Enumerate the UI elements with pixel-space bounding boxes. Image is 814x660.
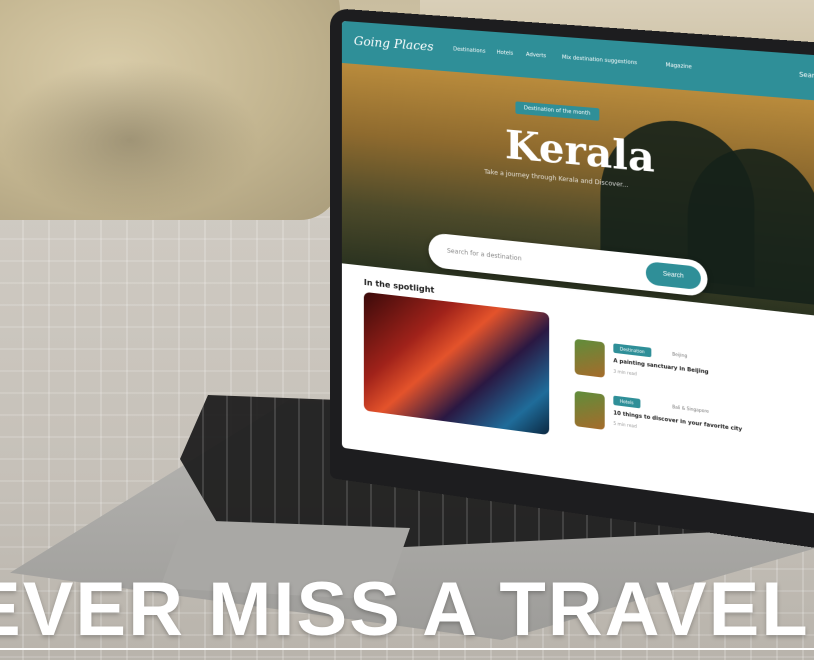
card-thumbnail bbox=[575, 339, 605, 378]
card-thumbnail bbox=[575, 391, 605, 430]
card-tag: Hotels bbox=[613, 396, 640, 409]
card-read-time: 3 min read bbox=[613, 368, 636, 376]
search-button[interactable]: Search bbox=[646, 261, 701, 290]
card-tag: Destination bbox=[613, 343, 651, 357]
nav-item[interactable]: Magazine bbox=[666, 62, 692, 70]
hero-badge: Destination of the month bbox=[515, 101, 599, 120]
nav-item[interactable]: Adverts bbox=[526, 52, 546, 60]
photo-scene: Going Places Destinations Hotels Adverts… bbox=[0, 0, 814, 660]
shadow bbox=[0, 60, 260, 220]
headline-banner: EVER MISS A TRAVEL TI bbox=[0, 560, 814, 650]
card-meta: Bali & Singapore bbox=[672, 404, 709, 414]
headline-text: EVER MISS A TRAVEL TI bbox=[0, 566, 814, 650]
search-input[interactable]: Search for a destination bbox=[447, 247, 522, 262]
spotlight-image[interactable] bbox=[364, 292, 549, 435]
card-headline[interactable]: 10 things to discover in your favorite c… bbox=[613, 410, 742, 433]
hero: Destination of the month Kerala Take a j… bbox=[342, 63, 814, 318]
nav-item[interactable]: Hotels bbox=[497, 50, 514, 57]
laptop-display: Going Places Destinations Hotels Adverts… bbox=[342, 21, 814, 517]
nav-item[interactable]: Destinations bbox=[453, 46, 485, 55]
card-meta: Beijing bbox=[672, 351, 687, 358]
laptop-lid: Going Places Destinations Hotels Adverts… bbox=[330, 8, 814, 554]
nav-search[interactable]: Search bbox=[799, 71, 814, 80]
card-read-time: 5 min read bbox=[613, 421, 636, 429]
nav-item[interactable]: Mix destination suggestions bbox=[562, 54, 637, 66]
site-logo[interactable]: Going Places bbox=[354, 34, 434, 54]
headline-rule bbox=[0, 648, 814, 650]
